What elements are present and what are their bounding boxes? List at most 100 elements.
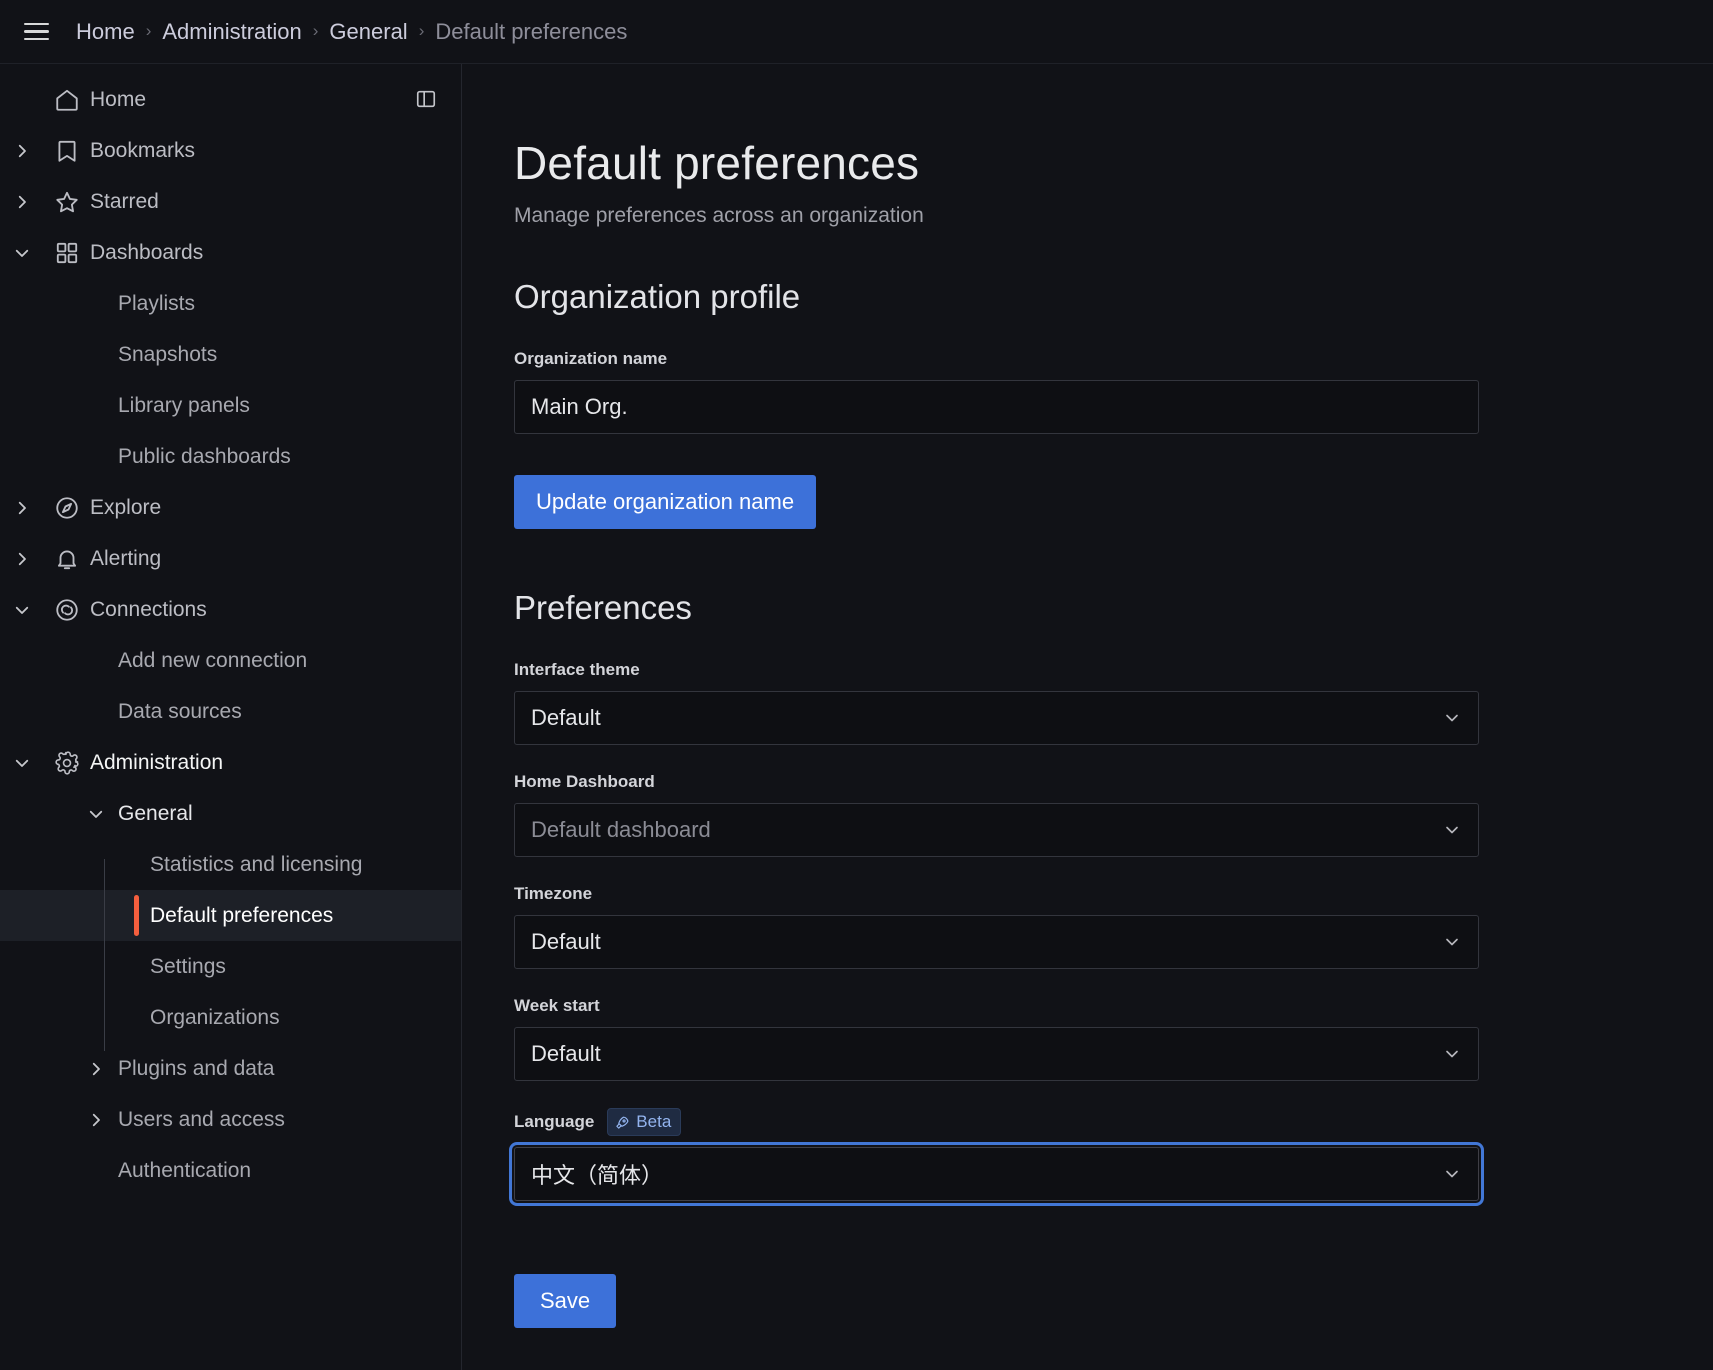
breadcrumb: Home › Administration › General › Defaul…: [76, 19, 627, 45]
chevron-down-icon: [1442, 708, 1462, 728]
sidebar-item-bookmarks[interactable]: Bookmarks: [0, 125, 461, 176]
organization-name-field: Organization name Main Org.: [514, 349, 1479, 434]
dashboards-grid-icon: [44, 240, 90, 266]
star-icon: [44, 189, 90, 215]
sidebar-item-connections[interactable]: Connections: [0, 584, 461, 635]
sidebar-item-label: Starred: [90, 189, 159, 213]
chevron-right-icon[interactable]: [0, 193, 44, 211]
sidebar-item-plugins-and-data[interactable]: Plugins and data: [0, 1043, 461, 1094]
save-button[interactable]: Save: [514, 1274, 617, 1328]
breadcrumb-item-default-preferences: Default preferences: [435, 18, 628, 44]
sidebar-item-label: Administration: [90, 750, 224, 774]
home-dashboard-value: Default dashboard: [531, 817, 711, 842]
menu-bar-1: [23, 22, 49, 26]
week-start-value: Default: [531, 1041, 601, 1066]
chevron-right-icon[interactable]: [0, 499, 44, 517]
sidebar-item-public-dashboards[interactable]: Public dashboards: [0, 431, 461, 482]
sidebar-item-home[interactable]: Home: [0, 74, 461, 125]
interface-theme-field: Interface theme Default: [514, 660, 1479, 745]
week-start-select[interactable]: Default: [514, 1027, 1479, 1081]
sidebar-item-label: Public dashboards: [118, 444, 291, 468]
bookmark-icon: [44, 138, 90, 164]
language-value: 中文（简体）: [531, 1163, 664, 1188]
chevron-right-icon[interactable]: [74, 1060, 118, 1078]
compass-icon: [44, 495, 90, 521]
breadcrumb-item-general[interactable]: General: [329, 19, 407, 45]
sidebar-item-add-new-connection[interactable]: Add new connection: [0, 635, 461, 686]
chevron-right-icon[interactable]: [0, 142, 44, 160]
top-bar: Home › Administration › General › Defaul…: [0, 0, 1713, 64]
sidebar-item-general[interactable]: General: [0, 788, 461, 839]
sidebar-item-label: Add new connection: [118, 648, 308, 672]
language-select[interactable]: 中文（简体）: [509, 1142, 1484, 1206]
organization-name-input[interactable]: Main Org.: [514, 380, 1479, 434]
sidebar-item-settings[interactable]: Settings: [0, 941, 461, 992]
interface-theme-label: Interface theme: [514, 660, 640, 679]
sidebar-item-starred[interactable]: Starred: [0, 176, 461, 227]
chevron-right-icon[interactable]: [74, 1111, 118, 1129]
sidebar-item-snapshots[interactable]: Snapshots: [0, 329, 461, 380]
sidebar-item-data-sources[interactable]: Data sources: [0, 686, 461, 737]
week-start-field: Week start Default: [514, 996, 1479, 1081]
gear-icon: [44, 750, 90, 776]
rocket-icon: [615, 1115, 630, 1130]
chevron-down-icon: [1442, 1044, 1462, 1064]
timezone-select[interactable]: Default: [514, 915, 1479, 969]
hamburger-menu-icon[interactable]: [14, 10, 58, 54]
timezone-value: Default: [531, 929, 601, 954]
home-dashboard-select[interactable]: Default dashboard: [514, 803, 1479, 857]
timezone-label: Timezone: [514, 884, 593, 903]
preferences-heading: Preferences: [514, 589, 692, 626]
home-dashboard-label: Home Dashboard: [514, 772, 655, 791]
sidebar-item-label: Authentication: [118, 1158, 252, 1182]
sidebar-item-authentication[interactable]: Authentication: [0, 1145, 461, 1196]
sidebar-item-label: Plugins and data: [118, 1056, 275, 1080]
connections-icon: [44, 597, 90, 623]
language-label: Language: [514, 1112, 595, 1131]
home-icon: [44, 87, 90, 113]
sidebar-item-label: Connections: [90, 597, 207, 621]
sidebar-item-dashboards[interactable]: Dashboards: [0, 227, 461, 278]
sidebar-item-alerting[interactable]: Alerting: [0, 533, 461, 584]
page-subtitle: Manage preferences across an organizatio…: [514, 204, 924, 227]
chevron-right-icon[interactable]: [0, 550, 44, 568]
sidebar-item-label: Snapshots: [118, 342, 218, 366]
interface-theme-select[interactable]: Default: [514, 691, 1479, 745]
menu-bar-2: [23, 30, 49, 33]
breadcrumb-separator-icon: ›: [145, 21, 152, 40]
sidebar-item-users-and-access[interactable]: Users and access: [0, 1094, 461, 1145]
timezone-field: Timezone Default: [514, 884, 1479, 969]
nav-tree-guide-line: [104, 859, 105, 1051]
chevron-down-icon[interactable]: [0, 754, 44, 772]
chevron-down-icon[interactable]: [0, 244, 44, 262]
sidebar-item-label: Data sources: [118, 699, 242, 723]
sidebar-item-playlists[interactable]: Playlists: [0, 278, 461, 329]
sidebar-item-label: Playlists: [118, 291, 196, 315]
chevron-down-icon: [1442, 932, 1462, 952]
main-content: Default preferences Manage preferences a…: [462, 64, 1713, 1370]
sidebar-item-default-preferences[interactable]: Default preferences: [0, 890, 461, 941]
breadcrumb-item-home[interactable]: Home: [76, 19, 135, 45]
interface-theme-value: Default: [531, 705, 601, 730]
sidebar-item-label: Bookmarks: [90, 138, 196, 162]
sidebar-item-label: Statistics and licensing: [150, 852, 363, 876]
sidebar-item-organizations[interactable]: Organizations: [0, 992, 461, 1043]
breadcrumb-item-administration[interactable]: Administration: [162, 19, 301, 45]
chevron-down-icon: [1442, 1164, 1462, 1184]
sidebar-item-label: Dashboards: [90, 240, 204, 264]
update-organization-name-button[interactable]: Update organization name: [514, 475, 817, 529]
sidebar-item-label: Home: [90, 87, 147, 111]
sidebar-item-statistics-and-licensing[interactable]: Statistics and licensing: [0, 839, 461, 890]
sidebar-item-label: Settings: [150, 954, 226, 978]
sidebar-item-administration[interactable]: Administration: [0, 737, 461, 788]
organization-profile-heading: Organization profile: [514, 278, 801, 315]
chevron-down-icon[interactable]: [74, 805, 118, 823]
bell-icon: [44, 546, 90, 572]
chevron-down-icon[interactable]: [0, 601, 44, 619]
language-label-row: Language Beta: [514, 1108, 1479, 1136]
sidebar-item-label: Explore: [90, 495, 162, 519]
sidebar-item-label: Default preferences: [150, 903, 334, 927]
sidebar-item-label: Users and access: [118, 1107, 285, 1131]
sidebar-item-explore[interactable]: Explore: [0, 482, 461, 533]
sidebar-item-library-panels[interactable]: Library panels: [0, 380, 461, 431]
